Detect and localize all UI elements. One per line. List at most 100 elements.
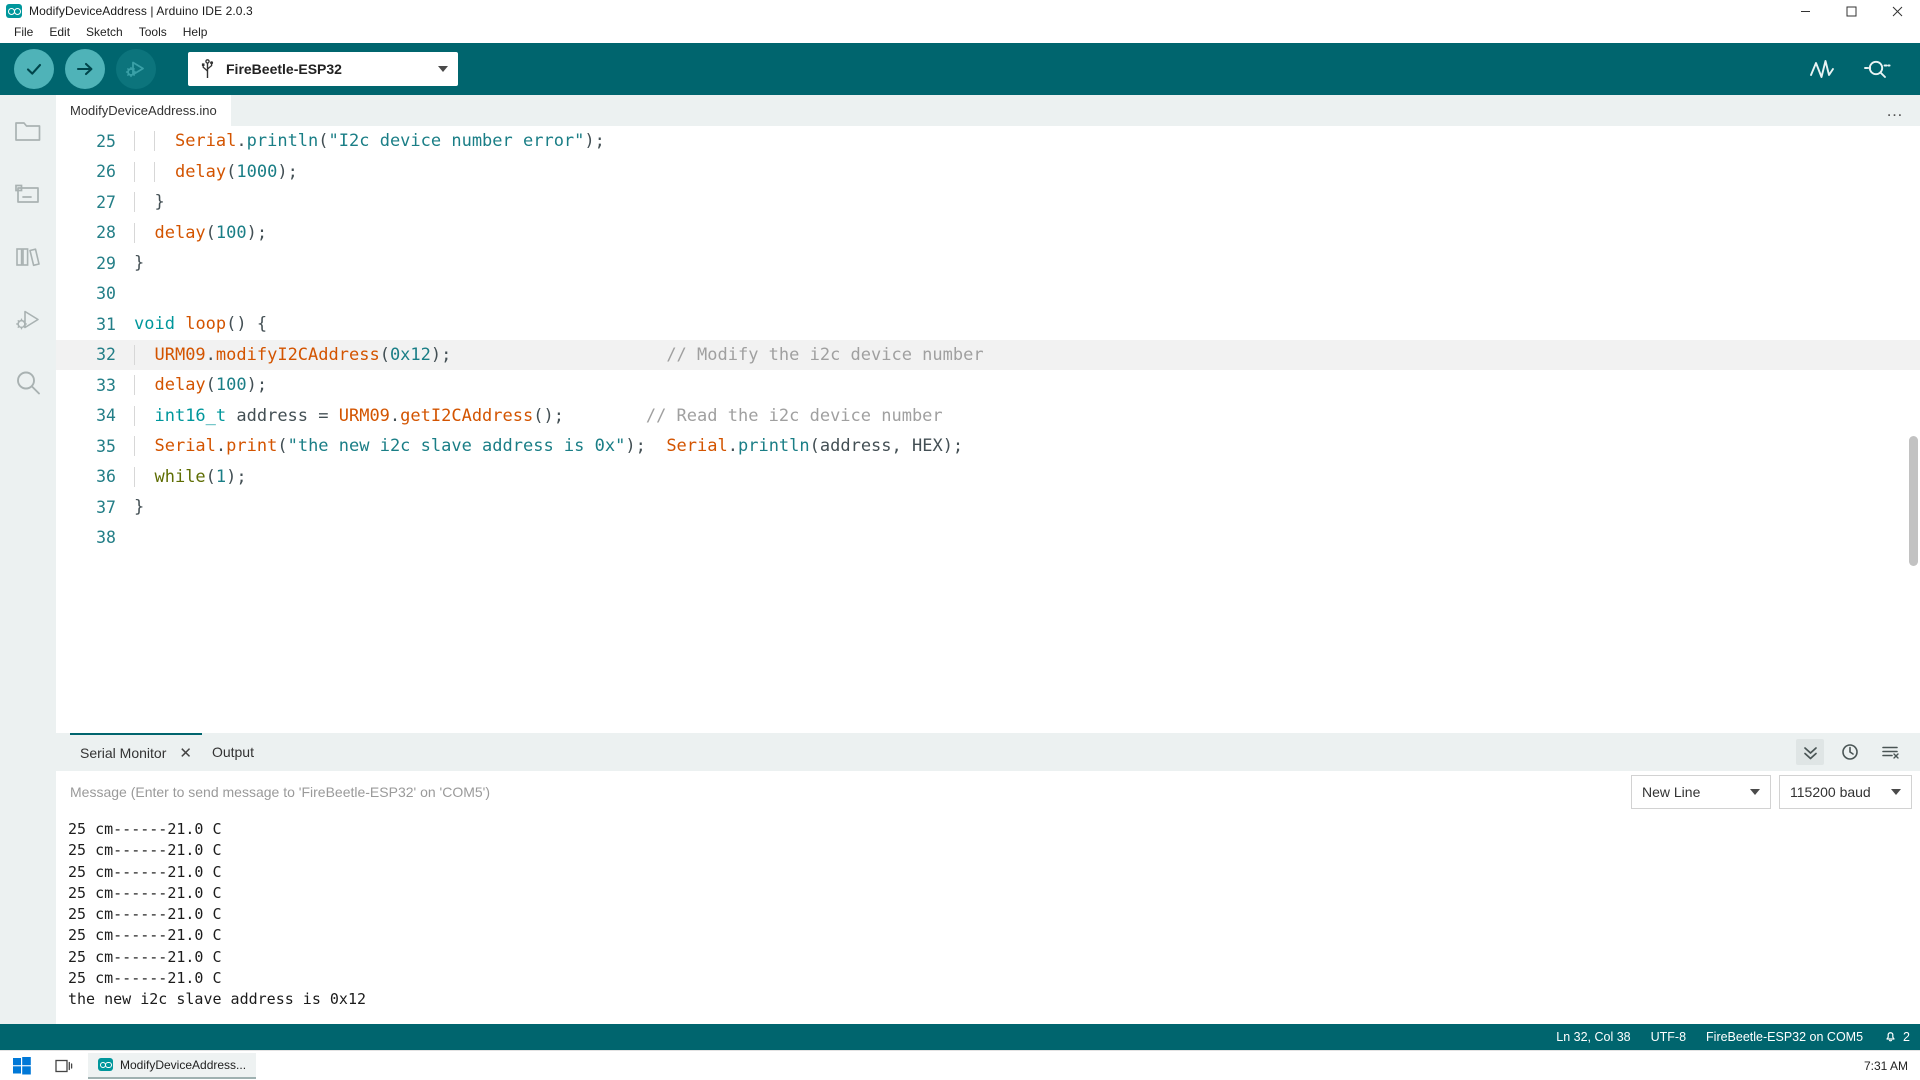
code-line[interactable]: 31 void loop() {	[56, 309, 1920, 340]
code-line[interactable]: 38	[56, 523, 1920, 554]
serial-plotter-icon[interactable]	[1808, 55, 1836, 83]
timestamp-clock-icon[interactable]	[1836, 739, 1864, 765]
code-line[interactable]: 30	[56, 279, 1920, 310]
close-button[interactable]	[1874, 0, 1920, 22]
editor-scrollbar[interactable]	[1906, 126, 1920, 733]
code-token: getI2CAddress	[400, 405, 534, 426]
autoscroll-icon[interactable]	[1796, 739, 1824, 765]
code-line[interactable]: 29}	[56, 248, 1920, 279]
debug-button[interactable]	[116, 49, 156, 89]
code-token: URM09	[154, 344, 206, 365]
window-titlebar: ModifyDeviceAddress | Arduino IDE 2.0.3	[0, 0, 1920, 22]
code-token: ();	[533, 405, 564, 426]
debug-icon	[14, 307, 42, 333]
menu-file[interactable]: File	[6, 23, 41, 42]
code-lines: 25 Serial.println("I2c device number err…	[56, 126, 1920, 553]
upload-button[interactable]	[65, 49, 105, 89]
taskbar-app-arduino[interactable]: ModifyDeviceAddress...	[88, 1052, 257, 1079]
serial-message-input[interactable]: Message (Enter to send message to 'FireB…	[56, 784, 1631, 800]
editor-tab-label: ModifyDeviceAddress.ino	[70, 103, 217, 118]
console-line: the new i2c slave address is 0x12	[68, 990, 367, 1009]
line-number: 27	[96, 192, 116, 212]
indent-guide	[134, 405, 135, 426]
serial-monitor-icon[interactable]	[1862, 55, 1892, 83]
code-token: Serial	[174, 131, 237, 152]
serial-console-output[interactable]: 25 cm------21.0 C 25 cm------21.0 C 25 cm-…	[56, 813, 1920, 1024]
code-token: delay	[174, 161, 227, 182]
windows-start-icon[interactable]	[0, 1056, 44, 1075]
activity-sidebar	[0, 95, 56, 1024]
code-line[interactable]: 26 delay(1000);	[56, 157, 1920, 188]
close-icon[interactable]: ✕	[179, 746, 192, 761]
code-token: .	[389, 405, 401, 426]
indent-guide	[134, 161, 135, 182]
sidebar-item-library-manager[interactable]	[10, 239, 46, 275]
code-line[interactable]: 36 while(1);	[56, 462, 1920, 493]
editor-more-actions[interactable]: …	[1870, 95, 1920, 126]
baud-rate-select[interactable]: 115200 baud	[1779, 775, 1912, 809]
sidebar-item-boards-manager[interactable]	[10, 176, 46, 212]
code-token: int16_t	[154, 405, 227, 426]
code-line[interactable]: 28 delay(100);	[56, 218, 1920, 249]
editor-scrollbar-thumb[interactable]	[1909, 436, 1918, 566]
code-token: println	[246, 131, 319, 152]
code-line[interactable]: 33 delay(100);	[56, 370, 1920, 401]
code-line[interactable]: 35 Serial.print("the new i2c slave addre…	[56, 431, 1920, 462]
menu-tools[interactable]: Tools	[131, 23, 175, 42]
tab-serial-monitor[interactable]: Serial Monitor ✕	[70, 733, 202, 771]
code-editor[interactable]: 25 Serial.println("I2c device number err…	[56, 126, 1920, 733]
status-board[interactable]: FireBeetle-ESP32 on COM5	[1706, 1030, 1863, 1044]
code-token: // Modify the i2c device number	[666, 344, 984, 365]
maximize-button[interactable]	[1828, 0, 1874, 22]
menu-help[interactable]: Help	[175, 23, 216, 42]
code-token: while	[154, 466, 206, 487]
code-line[interactable]: 25 Serial.println("I2c device number err…	[56, 126, 1920, 157]
line-code: delay(1000);	[134, 161, 298, 182]
task-view-icon[interactable]	[44, 1058, 84, 1074]
clear-output-icon[interactable]	[1876, 739, 1904, 765]
code-line[interactable]: 32 URM09.modifyI2CAddress(0x12); // Modi…	[56, 339, 1920, 370]
console-line: 25 cm------21.0 C	[68, 969, 222, 988]
board-selector[interactable]: FireBeetle-ESP32	[188, 52, 458, 86]
menu-sketch[interactable]: Sketch	[78, 23, 131, 42]
baud-rate-value: 115200 baud	[1790, 784, 1871, 800]
code-token: delay	[154, 375, 206, 396]
status-cursor-position[interactable]: Ln 32, Col 38	[1556, 1030, 1630, 1044]
line-number: 35	[96, 436, 116, 456]
menu-edit[interactable]: Edit	[41, 23, 78, 42]
console-line: 25 cm------21.0 C	[68, 883, 222, 902]
notifications-count: 2	[1903, 1030, 1910, 1044]
line-number: 38	[96, 528, 116, 548]
editor-tab-sketch[interactable]: ModifyDeviceAddress.ino	[56, 95, 231, 126]
status-notifications[interactable]: 2	[1883, 1028, 1910, 1046]
indent-guide	[134, 192, 135, 213]
sidebar-item-sketchbook[interactable]	[10, 113, 46, 149]
console-line: 25 cm------21.0 C	[68, 820, 222, 838]
line-ending-select[interactable]: New Line	[1631, 775, 1771, 809]
verify-button[interactable]	[14, 49, 54, 89]
tab-output[interactable]: Output	[202, 733, 264, 771]
indent-guide	[134, 466, 135, 487]
sidebar-item-search[interactable]	[10, 365, 46, 401]
line-code: delay(100);	[134, 375, 267, 396]
code-line[interactable]: 27 }	[56, 187, 1920, 218]
main-toolbar: FireBeetle-ESP32	[0, 43, 1920, 95]
status-encoding[interactable]: UTF-8	[1651, 1030, 1686, 1044]
code-token: );	[277, 161, 298, 182]
line-code: delay(100);	[134, 222, 267, 243]
code-token: 0x12	[389, 344, 431, 365]
library-manager-icon	[14, 244, 42, 270]
arduino-logo-icon	[98, 1058, 113, 1071]
code-line[interactable]: 34 int16_t address = URM09.getI2CAddress…	[56, 401, 1920, 432]
code-line[interactable]: 37}	[56, 492, 1920, 523]
taskbar-clock[interactable]: 7:31 AM	[1864, 1059, 1920, 1073]
minimize-button[interactable]	[1782, 0, 1828, 22]
line-code: URM09.modifyI2CAddress(0x12); // Modify …	[134, 344, 984, 365]
line-code: int16_t address = URM09.getI2CAddress();…	[134, 405, 943, 426]
sidebar-item-debug[interactable]	[10, 302, 46, 338]
chevron-down-icon	[1891, 789, 1901, 795]
code-token: );	[430, 344, 452, 365]
editor-column: ModifyDeviceAddress.ino … 25 Serial.prin…	[56, 95, 1920, 1024]
